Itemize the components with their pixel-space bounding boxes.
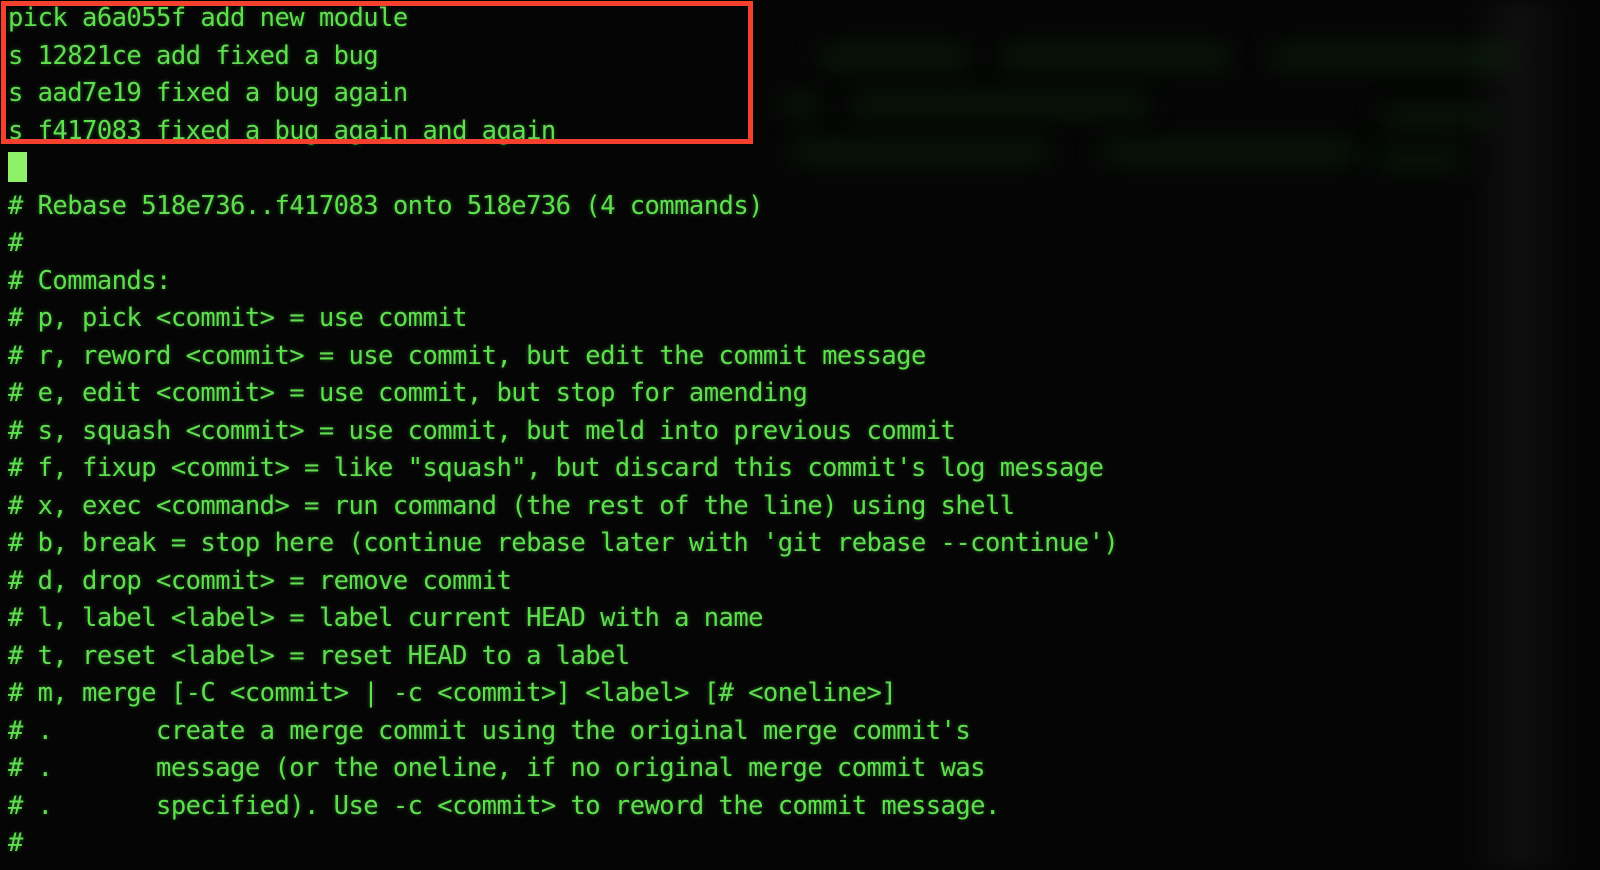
comment-trailing-line: #	[8, 828, 23, 858]
comment-blank-line: #	[8, 228, 23, 258]
help-line-edit: # e, edit <commit> = use commit, but sto…	[8, 378, 808, 408]
help-line-drop: # d, drop <commit> = remove commit	[8, 565, 512, 596]
help-line-break: # b, break = stop here (continue rebase …	[8, 528, 1119, 558]
help-line-reset: # t, reset <label> = reset HEAD to a lab…	[8, 640, 630, 671]
help-line-merge-cont-3: # . specified). Use -c <commit> to rewor…	[8, 790, 1000, 821]
text-cursor	[8, 152, 27, 182]
commands-heading: # Commands:	[8, 265, 171, 296]
help-line-reword: # r, reword <commit> = use commit, but e…	[8, 340, 926, 371]
todo-line-4[interactable]: s f417083 fixed a bug again and again	[8, 113, 556, 151]
help-line-label: # l, label <label> = label current HEAD …	[8, 603, 763, 633]
rebase-header-line: # Rebase 518e736..f417083 onto 518e736 (…	[8, 190, 763, 221]
todo-line-3[interactable]: s aad7e19 fixed a bug again	[8, 75, 408, 113]
help-line-exec: # x, exec <command> = run command (the r…	[8, 490, 1015, 521]
todo-line-2[interactable]: s 12821ce add fixed a bug	[8, 38, 379, 76]
help-line-squash: # s, squash <commit> = use commit, but m…	[8, 415, 956, 446]
todo-line-1[interactable]: pick a6a055f add new module	[8, 0, 408, 38]
help-line-merge-cont-1: # . create a merge commit using the orig…	[8, 715, 971, 746]
help-line-fixup: # f, fixup <commit> = like "squash", but…	[8, 453, 1104, 483]
terminal-window[interactable]: pick a6a055f add new module s 12821ce ad…	[0, 0, 1600, 870]
help-line-pick: # p, pick <commit> = use commit	[8, 303, 467, 333]
help-line-merge-cont-2: # . message (or the oneline, if no origi…	[8, 753, 986, 783]
help-line-merge: # m, merge [-C <commit> | -c <commit>] <…	[8, 678, 897, 708]
